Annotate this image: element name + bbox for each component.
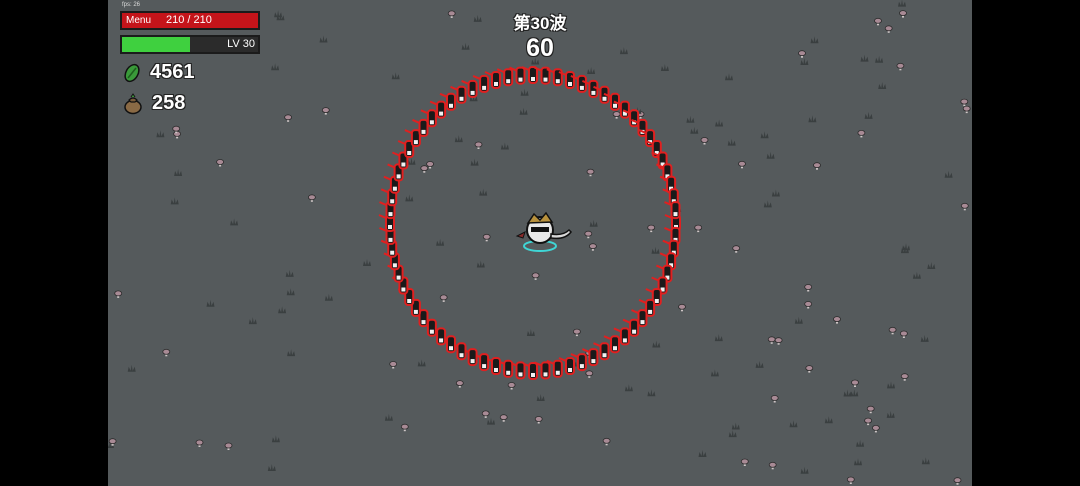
- level-label: LV 30: [227, 38, 255, 50]
- experience-bar: LV 30: [120, 35, 260, 54]
- player-character: [515, 211, 572, 252]
- experience-bar-fill: [122, 37, 190, 52]
- screen: fps: 26 Menu 210 / 210 LV 30 4561 258 第3…: [0, 0, 1080, 486]
- green-leaf-material-icon: [124, 63, 140, 82]
- health-value: 210 / 210: [166, 14, 212, 26]
- game-viewport[interactable]: fps: 26 Menu 210 / 210 LV 30 4561 258 第3…: [108, 0, 972, 486]
- bag-counter: 258: [122, 92, 185, 115]
- wave-timer: 60: [526, 34, 554, 62]
- bag-value: 258: [152, 92, 186, 114]
- health-bar[interactable]: Menu 210 / 210: [120, 11, 260, 30]
- materials-counter: 4561: [122, 61, 195, 84]
- menu-button[interactable]: Menu: [126, 15, 151, 26]
- fps-counter: fps: 26: [122, 2, 141, 8]
- wave-label: 第30波: [513, 14, 567, 33]
- money-bag-icon: [124, 92, 142, 114]
- materials-value: 4561: [150, 61, 195, 83]
